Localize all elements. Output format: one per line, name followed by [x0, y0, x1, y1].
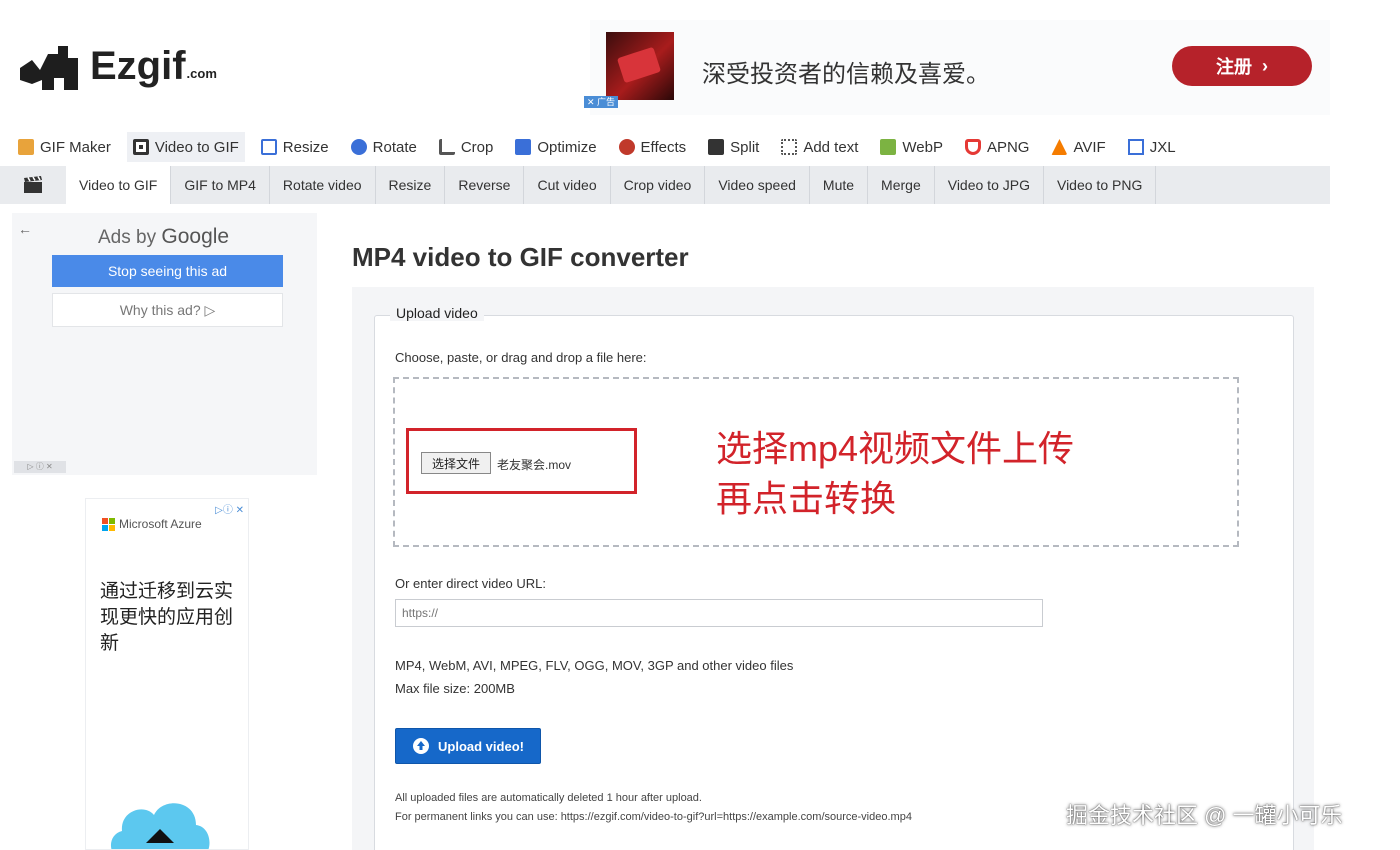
- auto-delete-note: All uploaded files are automatically del…: [395, 792, 702, 804]
- google-brand: Google: [161, 225, 230, 248]
- nav-item-label: AVIF: [1073, 138, 1106, 156]
- nav-item-rotate[interactable]: Rotate: [350, 132, 417, 162]
- logo-suffix: .com: [186, 65, 217, 81]
- nav-item-label: WebP: [902, 138, 943, 156]
- logo-text: Ezgif: [90, 43, 186, 88]
- video-url-input[interactable]: [395, 599, 1043, 627]
- selected-file-name: 老友聚会.mov: [497, 458, 572, 472]
- tab-video-to-jpg[interactable]: Video to JPG: [935, 166, 1044, 204]
- upload-video-label: Upload video!: [438, 738, 524, 754]
- chevron-right-icon: ›: [1262, 55, 1268, 76]
- stop-seeing-ad-button[interactable]: Stop seeing this ad: [52, 255, 283, 287]
- ad-controls-icon[interactable]: ▷ⓘ ✕: [215, 501, 244, 516]
- video-url-label: Or enter direct video URL:: [395, 576, 547, 591]
- choose-file-button[interactable]: 选择文件: [421, 452, 491, 474]
- nav-item-label: Resize: [282, 138, 329, 156]
- rotate-icon: [350, 139, 367, 155]
- nav-item-avif[interactable]: AVIF: [1051, 132, 1106, 162]
- nav-item-video-to-gif[interactable]: Video to GIF: [126, 132, 245, 162]
- azure-brand: Microsoft Azure: [102, 517, 202, 531]
- gif-maker-icon: [18, 139, 34, 155]
- ad-register-button[interactable]: 注册 ›: [1172, 46, 1312, 86]
- tab-rotate-video[interactable]: Rotate video: [270, 166, 376, 204]
- apng-icon: [964, 139, 981, 155]
- avif-icon: [1051, 139, 1068, 155]
- nav-item-split[interactable]: Split: [708, 132, 759, 162]
- tab-resize[interactable]: Resize: [376, 166, 446, 204]
- nav-item-label: Optimize: [537, 138, 597, 156]
- watermark: 掘金技术社区 @ 一罐小可乐: [1066, 803, 1343, 828]
- nav-item-webp[interactable]: WebP: [880, 132, 943, 162]
- tab-gif-to-mp4[interactable]: GIF to MP4: [171, 166, 270, 204]
- annotation-line-2: 再点击转换: [716, 478, 897, 519]
- tab-mute[interactable]: Mute: [810, 166, 869, 204]
- ezgif-logo[interactable]: Ezgif .com: [18, 40, 217, 92]
- max-file-size-text: Max file size: 200MB: [395, 681, 515, 696]
- permanent-link-note: For permanent links you can use: https:/…: [395, 811, 912, 823]
- upload-legend: Upload video: [390, 305, 484, 321]
- tab-merge[interactable]: Merge: [868, 166, 935, 204]
- nav-item-apng[interactable]: APNG: [964, 132, 1030, 162]
- why-this-ad-button[interactable]: Why this ad? ▷: [52, 293, 283, 327]
- site-header: Ezgif .com ✕ 广告 深受投资者的信赖及喜爱。 注册 ›: [0, 0, 1400, 125]
- tab-video-to-png[interactable]: Video to PNG: [1044, 166, 1157, 204]
- tab-video-speed[interactable]: Video speed: [705, 166, 810, 204]
- nav-item-jxl[interactable]: JXL: [1127, 132, 1176, 162]
- top-banner-ad[interactable]: ✕ 广告 深受投资者的信赖及喜爱。 注册 ›: [584, 20, 1330, 115]
- nav-item-add-text[interactable]: Add text: [781, 132, 858, 162]
- azure-ad[interactable]: ▷ⓘ ✕ Microsoft Azure 通过迁移到云实现更快的应用创新: [85, 498, 249, 850]
- nav-item-resize[interactable]: Resize: [260, 132, 329, 162]
- nav-item-label: Split: [730, 138, 760, 156]
- ad-image: [606, 32, 674, 100]
- page-title: MP4 video to GIF converter: [352, 242, 689, 272]
- upload-video-button[interactable]: Upload video!: [395, 728, 541, 764]
- ad-register-label: 注册: [1216, 57, 1252, 77]
- sub-nav: Video to GIF GIF to MP4 Rotate video Res…: [0, 166, 1330, 204]
- ad-choices-badge[interactable]: ✕ 广告: [584, 96, 619, 108]
- nav-item-label: APNG: [986, 138, 1030, 156]
- ads-by-label: Ads by: [98, 227, 162, 248]
- choose-file-label: Choose, paste, or drag and drop a file h…: [395, 350, 647, 365]
- film-icon: [132, 139, 149, 155]
- google-ad-panel: ← Ads by Google Stop seeing this ad Why …: [12, 213, 317, 475]
- add-text-icon: [781, 139, 798, 155]
- nav-item-label: Add text: [803, 138, 859, 156]
- ad-choices-icon[interactable]: ▷ ⓘ ✕: [14, 461, 66, 473]
- azure-brand-label: Microsoft Azure: [119, 517, 202, 531]
- ads-by-google-label: Ads by Google: [98, 225, 229, 249]
- microsoft-logo-icon: [102, 517, 115, 531]
- nav-item-effects[interactable]: Effects: [618, 132, 687, 162]
- annotation-text: 选择mp4视频文件上传 再点击转换: [716, 424, 1074, 524]
- nav-item-label: Crop: [460, 138, 494, 156]
- ezgif-logo-icon: [20, 46, 78, 90]
- webp-icon: [880, 139, 897, 155]
- tab-video-to-gif[interactable]: Video to GIF: [66, 166, 172, 204]
- split-icon: [708, 139, 725, 155]
- cloud-upload-icon: [111, 803, 210, 849]
- nav-item-label: Video to GIF: [154, 138, 239, 156]
- back-arrow-icon[interactable]: ←: [18, 221, 32, 237]
- nav-item-optimize[interactable]: Optimize: [515, 132, 597, 162]
- optimize-icon: [515, 139, 532, 155]
- tab-crop-video[interactable]: Crop video: [611, 166, 706, 204]
- nav-item-label: GIF Maker: [40, 138, 111, 156]
- annotation-line-1: 选择mp4视频文件上传: [716, 428, 1075, 469]
- nav-item-gif-maker[interactable]: GIF Maker: [18, 132, 111, 162]
- clapperboard-icon: [0, 166, 66, 204]
- nav-item-label: JXL: [1149, 138, 1176, 156]
- tab-cut-video[interactable]: Cut video: [524, 166, 611, 204]
- jxl-icon: [1127, 139, 1144, 155]
- azure-ad-text: 通过迁移到云实现更快的应用创新: [100, 581, 234, 654]
- cloud-upload-icon: [413, 738, 430, 754]
- nav-item-label: Effects: [640, 138, 687, 156]
- supported-formats-text: MP4, WebM, AVI, MPEG, FLV, OGG, MOV, 3GP…: [395, 658, 794, 673]
- crop-icon: [438, 139, 455, 155]
- effects-icon: [618, 139, 635, 155]
- resize-icon: [260, 139, 277, 155]
- main-nav: GIF Maker Video to GIF Resize Rotate Cro…: [0, 131, 1400, 163]
- tab-reverse[interactable]: Reverse: [445, 166, 525, 204]
- ad-text: 深受投资者的信赖及喜爱。: [702, 61, 990, 88]
- nav-item-label: Rotate: [372, 138, 417, 156]
- nav-item-crop[interactable]: Crop: [438, 132, 494, 162]
